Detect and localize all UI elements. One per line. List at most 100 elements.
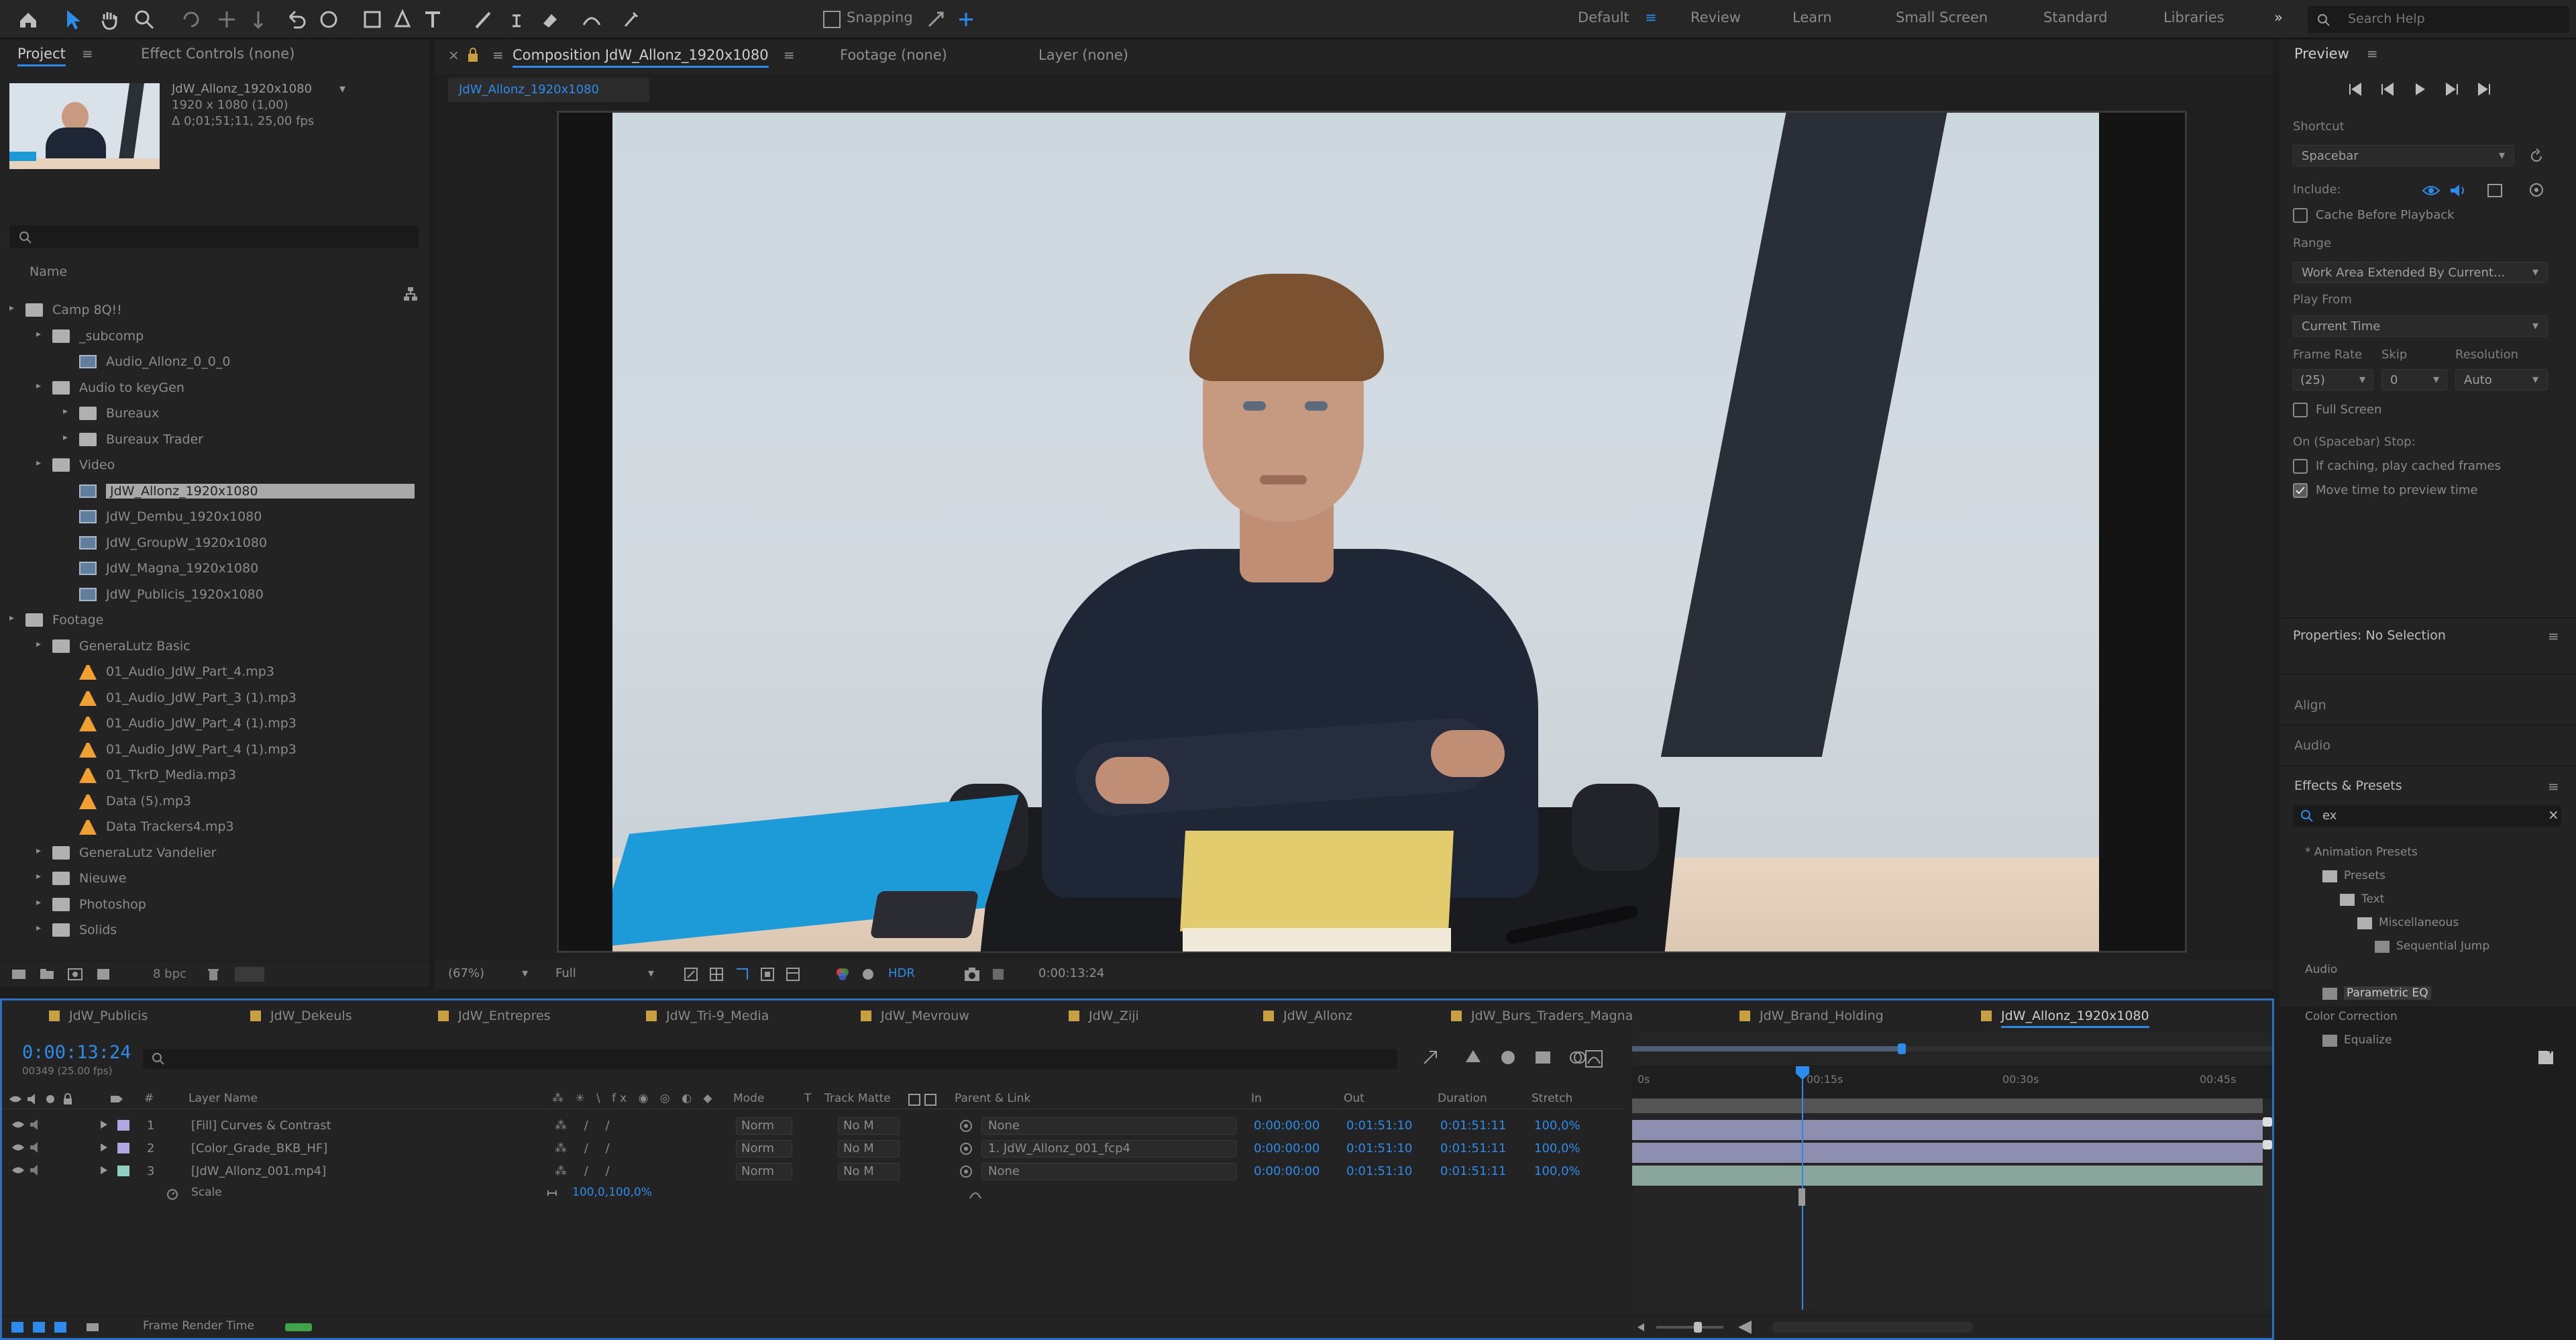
layer-parent[interactable]: None bbox=[988, 1164, 1020, 1178]
keyframe-marker[interactable] bbox=[1799, 1188, 1805, 1206]
layer-row[interactable]: 2 [Color_Grade_BKB_HF] Norm No M 1. JdW_Allo… bbox=[5, 1137, 1628, 1160]
disclosure-triangle-icon[interactable]: ▸ bbox=[36, 458, 41, 468]
draft-3d-icon[interactable] bbox=[1463, 1047, 1483, 1068]
composition-mini-flowchart-icon[interactable] bbox=[1420, 1047, 1440, 1068]
delete-icon[interactable] bbox=[205, 967, 221, 982]
timeline-tab[interactable]: JdW_Tri-9_Media bbox=[646, 1009, 769, 1023]
workspace-menu-icon[interactable]: ≡ bbox=[1645, 9, 1657, 25]
type-tool-icon[interactable] bbox=[419, 6, 446, 33]
if-caching-checkbox[interactable] bbox=[2293, 459, 2308, 474]
duration-header[interactable]: Duration bbox=[1438, 1092, 1487, 1105]
puppet-tool-icon[interactable] bbox=[617, 6, 644, 33]
parent-dropdown[interactable] bbox=[981, 1163, 1236, 1180]
range-dropdown[interactable]: Work Area Extended By Current... ▾ bbox=[2293, 262, 2548, 283]
project-item[interactable]: ▸ Bureaux Trader bbox=[0, 427, 416, 452]
previous-frame-icon[interactable] bbox=[2379, 81, 2396, 98]
timeline-tab[interactable]: JdW_Mevrouw bbox=[861, 1009, 969, 1023]
layer-parent[interactable]: 1. JdW_Allonz_001_fcp4 bbox=[988, 1141, 1130, 1155]
interpret-footage-icon[interactable] bbox=[11, 967, 27, 982]
zoom-slider-thumb[interactable] bbox=[1694, 1322, 1702, 1333]
comp-tab-menu-icon[interactable]: ≡ bbox=[492, 47, 504, 63]
layer-out[interactable]: 0:01:51:10 bbox=[1346, 1164, 1412, 1178]
timeline-tracks-area[interactable]: 0s 00:15s 00:30s 00:45s bbox=[1632, 1031, 2272, 1310]
zoom-out-icon[interactable] bbox=[1636, 1321, 1651, 1334]
parent-pickwhip-icon[interactable] bbox=[959, 1141, 973, 1156]
zoom-dropdown-arrow[interactable]: ▾ bbox=[522, 966, 528, 980]
workspace-default[interactable]: Default bbox=[1578, 9, 1629, 25]
effects-search-input[interactable]: ex × bbox=[2293, 805, 2561, 827]
rectangle-tool-icon[interactable] bbox=[359, 6, 386, 33]
scale-value[interactable]: 100,0,100,0% bbox=[572, 1186, 652, 1199]
transparency-grid-icon[interactable] bbox=[708, 966, 724, 982]
project-item[interactable]: Audio_Allonz_0_0_0 bbox=[0, 350, 416, 374]
project-tab-menu-icon[interactable]: ≡ bbox=[82, 46, 93, 62]
layer-end-marker[interactable] bbox=[2263, 1117, 2272, 1127]
layer-row[interactable]: 3 [JdW_Allonz_001.mp4] Norm No M None 0:00:00… bbox=[5, 1160, 1628, 1183]
shortcut-dropdown[interactable]: Spacebar ▾ bbox=[2293, 145, 2514, 166]
timeline-tab[interactable]: JdW_Entrepres bbox=[438, 1009, 551, 1023]
timeline-tab[interactable]: JdW_Allonz bbox=[1263, 1009, 1352, 1023]
project-settings-icon[interactable] bbox=[95, 967, 111, 982]
project-scrollbar-thumb[interactable] bbox=[235, 967, 264, 982]
render-time-icon[interactable] bbox=[85, 1321, 100, 1334]
layer-mode[interactable]: Norm bbox=[741, 1141, 774, 1155]
last-frame-icon[interactable] bbox=[2475, 81, 2493, 98]
project-item[interactable]: ▸ Solids bbox=[0, 918, 416, 942]
roto-brush-tool-icon[interactable] bbox=[578, 6, 605, 33]
expand-layer-icon[interactable] bbox=[99, 1141, 109, 1153]
layer-number[interactable]: 3 bbox=[147, 1164, 154, 1178]
layer-bar-2[interactable] bbox=[1632, 1143, 2263, 1163]
layer-track-matte[interactable]: No M bbox=[843, 1119, 874, 1133]
layer-end-marker[interactable] bbox=[2263, 1140, 2272, 1149]
workspace-learn[interactable]: Learn bbox=[1792, 9, 1832, 25]
resolution-dropdown-arrow[interactable]: ▾ bbox=[648, 966, 654, 980]
disclosure-triangle-icon[interactable]: ▸ bbox=[36, 845, 41, 856]
project-item[interactable]: ▸ Audio to keyGen bbox=[0, 376, 416, 400]
selection-tool-icon[interactable] bbox=[59, 6, 86, 33]
next-frame-icon[interactable] bbox=[2443, 81, 2461, 98]
eye-icon[interactable] bbox=[11, 1119, 25, 1131]
layer-switches-toggle-icon[interactable] bbox=[10, 1321, 25, 1334]
disclosure-triangle-icon[interactable]: ▸ bbox=[36, 923, 41, 933]
workspace-libraries[interactable]: Libraries bbox=[2163, 9, 2224, 25]
timeline-tab[interactable]: JdW_Allonz_1920x1080 bbox=[1981, 1009, 2149, 1028]
disclosure-triangle-icon[interactable]: ▸ bbox=[9, 613, 14, 623]
disclosure-triangle-icon[interactable]: ▸ bbox=[63, 406, 68, 417]
layer-in[interactable]: 0:00:00:00 bbox=[1254, 1141, 1320, 1155]
project-item[interactable]: 01_Audio_JdW_Part_4 (1).mp3 bbox=[0, 711, 416, 735]
rotate-tool-icon[interactable] bbox=[178, 6, 205, 33]
project-item[interactable]: JdW_Publicis_1920x1080 bbox=[0, 582, 416, 607]
guides-icon[interactable] bbox=[785, 966, 801, 982]
workspace-standard[interactable]: Standard bbox=[2043, 9, 2108, 25]
constrain-proportions-icon[interactable] bbox=[545, 1187, 559, 1199]
project-item[interactable]: ▸ Bureaux bbox=[0, 401, 416, 425]
layer-track-matte[interactable]: No M bbox=[843, 1141, 874, 1155]
project-item[interactable]: ▸ Photoshop bbox=[0, 892, 416, 917]
hdr-toggle[interactable]: HDR bbox=[888, 966, 915, 980]
label-color-icon[interactable] bbox=[109, 1093, 124, 1105]
undo-icon[interactable] bbox=[282, 6, 309, 33]
layer-name-header[interactable]: Layer Name bbox=[189, 1092, 258, 1105]
properties-title[interactable]: Properties: No Selection bbox=[2293, 628, 2446, 643]
layer-in[interactable]: 0:00:00:00 bbox=[1254, 1119, 1320, 1133]
resolution-dropdown[interactable]: Full bbox=[555, 966, 576, 980]
current-time-display[interactable]: 0:00:13:24 bbox=[22, 1042, 131, 1063]
layer-parent[interactable]: None bbox=[988, 1119, 1020, 1133]
brush-tool-icon[interactable] bbox=[470, 6, 496, 33]
layer-track-matte[interactable]: No M bbox=[843, 1164, 874, 1178]
viewer-timecode[interactable]: 0:00:13:24 bbox=[1038, 966, 1104, 980]
workspace-review[interactable]: Review bbox=[1690, 9, 1741, 25]
column-header-name[interactable]: Name bbox=[30, 264, 67, 279]
layer-bar-3[interactable] bbox=[1632, 1166, 2263, 1186]
new-folder-icon[interactable] bbox=[39, 967, 55, 982]
layer-name[interactable]: [Fill] Curves & Contrast bbox=[191, 1119, 331, 1133]
label-color-swatch[interactable] bbox=[116, 1164, 131, 1178]
include-layer-controls-icon[interactable] bbox=[2528, 181, 2545, 199]
in-header[interactable]: In bbox=[1251, 1092, 1262, 1105]
cache-before-playback-checkbox[interactable] bbox=[2293, 208, 2308, 223]
project-item[interactable]: ▸ Camp 8Q!! bbox=[0, 298, 416, 322]
layer-duration[interactable]: 0:01:51:11 bbox=[1440, 1141, 1506, 1155]
tab-effect-controls[interactable]: Effect Controls (none) bbox=[141, 46, 294, 62]
expression-pickwhip-icon[interactable] bbox=[968, 1186, 983, 1200]
clear-search-icon[interactable]: × bbox=[2548, 807, 2559, 823]
